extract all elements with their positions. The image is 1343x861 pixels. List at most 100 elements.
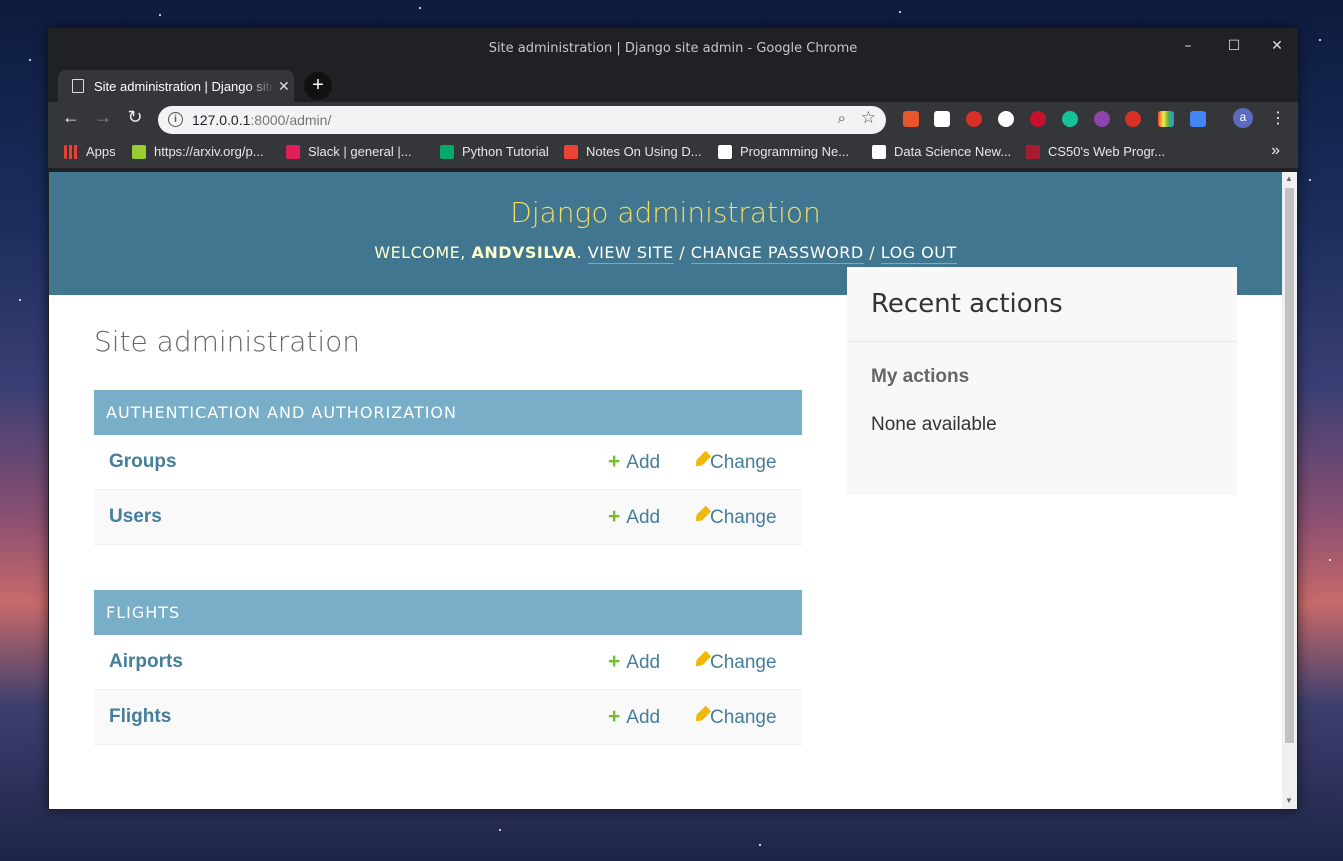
reload-icon[interactable]: ↻ xyxy=(124,107,146,128)
welcome-text: WELCOME, xyxy=(374,243,472,262)
model-link[interactable]: Users xyxy=(109,506,162,528)
plus-icon: + xyxy=(608,505,621,528)
change-password-link[interactable]: CHANGE PASSWORD xyxy=(690,243,864,264)
model-row-groups: Groups + Add Change xyxy=(94,435,802,490)
browser-window: Site administration | Django site admin … xyxy=(48,28,1298,810)
change-link[interactable]: Change xyxy=(695,450,777,474)
apps-grid-icon xyxy=(64,144,78,159)
page-scrollbar[interactable]: ▲ ▼ xyxy=(1282,172,1297,809)
add-link[interactable]: + Add xyxy=(608,705,660,729)
module-caption[interactable]: FLIGHTS xyxy=(94,590,802,635)
cs50-icon xyxy=(1026,144,1040,159)
add-link[interactable]: + Add xyxy=(608,650,660,674)
new-tab-button[interactable]: + xyxy=(304,72,332,100)
bookmark-notes[interactable]: Notes On Using D... xyxy=(564,144,702,159)
page-viewport: Django administration WELCOME, ANDVSILVA… xyxy=(49,172,1282,809)
ads-blocker-icon[interactable] xyxy=(1125,111,1141,127)
url-path: :8000/admin/ xyxy=(250,112,332,128)
plus-icon: + xyxy=(608,450,621,473)
change-label: Change xyxy=(710,507,777,528)
plus-icon: + xyxy=(608,650,621,673)
bookmark-label: Data Science New... xyxy=(894,144,1012,159)
scroll-up-arrow-icon[interactable]: ▲ xyxy=(1285,174,1293,183)
zoom-icon[interactable]: ⌕ xyxy=(838,110,846,127)
adblock-plus-icon[interactable] xyxy=(1030,111,1046,127)
scroll-down-arrow-icon[interactable]: ▼ xyxy=(1285,796,1293,805)
extension-colors-icon[interactable] xyxy=(1158,111,1174,127)
minimize-button[interactable]: – xyxy=(1178,38,1198,54)
extension-hand-icon[interactable] xyxy=(966,111,982,127)
site-branding[interactable]: Django administration xyxy=(49,172,1282,229)
view-site-link[interactable]: VIEW SITE xyxy=(587,243,674,264)
add-link[interactable]: + Add xyxy=(608,505,660,529)
close-tab-icon[interactable]: ✕ xyxy=(278,78,290,95)
close-window-button[interactable]: ✕ xyxy=(1267,38,1287,54)
model-link[interactable]: Groups xyxy=(109,451,177,473)
extension-icon-1[interactable] xyxy=(903,111,919,127)
menu-icon[interactable]: ⋮ xyxy=(1270,108,1286,128)
bookmark-arxiv[interactable]: https://arxiv.org/p... xyxy=(132,144,264,159)
bookmark-label: Slack | general |... xyxy=(308,144,412,159)
change-link[interactable]: Change xyxy=(695,650,777,674)
change-label: Change xyxy=(710,707,777,728)
recent-actions-panel: Recent actions My actions None available xyxy=(847,267,1237,495)
my-actions-heading: My actions xyxy=(871,366,970,387)
module-caption[interactable]: AUTHENTICATION AND AUTHORIZATION xyxy=(94,390,802,435)
more-bookmarks-icon[interactable]: » xyxy=(1271,142,1280,160)
bookmark-label: Programming Ne... xyxy=(740,144,850,159)
model-link[interactable]: Airports xyxy=(109,651,183,673)
pencil-icon xyxy=(689,650,712,674)
bookmarks-bar: Apps https://arxiv.org/p... Slack | gene… xyxy=(48,136,1298,169)
scrollbar-thumb[interactable] xyxy=(1285,188,1294,743)
extension-gnome-icon[interactable] xyxy=(998,111,1014,127)
add-label: Add xyxy=(626,452,661,473)
url-host: 127.0.0.1 xyxy=(192,112,251,128)
address-bar[interactable]: i 127.0.0.1:8000/admin/ ⌕ ☆ xyxy=(158,106,886,134)
browser-toolbar: ← → ↻ i 127.0.0.1:8000/admin/ ⌕ ☆ a ⋮ xyxy=(48,102,1298,136)
tab-site-administration[interactable]: Site administration | Django site admin … xyxy=(58,70,294,102)
forward-icon[interactable]: → xyxy=(92,107,114,128)
grammarly-icon[interactable] xyxy=(1062,111,1078,127)
w3schools-icon xyxy=(440,144,454,159)
user-tools: WELCOME, ANDVSILVA. VIEW SITE / CHANGE P… xyxy=(374,243,957,264)
change-label: Change xyxy=(710,652,777,673)
bookmark-label: CS50's Web Progr... xyxy=(1048,144,1166,159)
url-text: 127.0.0.1:8000/admin/ xyxy=(192,112,331,128)
add-link[interactable]: + Add xyxy=(608,450,660,474)
extension-w-icon[interactable] xyxy=(934,111,950,127)
bookmark-programming[interactable]: Programming Ne... xyxy=(718,144,849,159)
change-link[interactable]: Change xyxy=(695,505,777,529)
pencil-icon xyxy=(689,505,712,529)
bookmark-cs50[interactable]: CS50's Web Progr... xyxy=(1026,144,1165,159)
module-flights: FLIGHTS Airports + Add Change Flights + Ad… xyxy=(94,590,802,745)
change-label: Change xyxy=(710,452,777,473)
add-label: Add xyxy=(626,652,661,673)
bookmark-slack[interactable]: Slack | general |... xyxy=(286,144,412,159)
add-label: Add xyxy=(626,707,661,728)
maximize-button[interactable]: ☐ xyxy=(1224,38,1244,54)
arxiv-icon xyxy=(132,144,146,159)
pencil-icon xyxy=(689,450,712,474)
bookmark-star-icon[interactable]: ☆ xyxy=(861,108,876,128)
slack-icon xyxy=(286,144,300,159)
bookmark-apps[interactable]: Apps xyxy=(64,144,116,159)
pencil-icon xyxy=(689,705,712,729)
profile-avatar[interactable]: a xyxy=(1233,108,1253,128)
model-link[interactable]: Flights xyxy=(109,706,171,728)
notes-icon xyxy=(564,144,578,159)
medium-icon xyxy=(718,144,732,159)
window-title: Site administration | Django site admin … xyxy=(488,41,858,56)
document-icon xyxy=(72,79,84,93)
site-info-icon[interactable]: i xyxy=(168,112,183,127)
log-out-link[interactable]: LOG OUT xyxy=(880,243,957,264)
module-authentication: AUTHENTICATION AND AUTHORIZATION Groups … xyxy=(94,390,802,545)
extension-window-icon[interactable] xyxy=(1190,111,1206,127)
change-link[interactable]: Change xyxy=(695,705,777,729)
back-icon[interactable]: ← xyxy=(60,107,82,128)
bookmark-data-science[interactable]: Data Science New... xyxy=(872,144,1011,159)
model-row-airports: Airports + Add Change xyxy=(94,635,802,690)
none-available-text: None available xyxy=(871,414,997,435)
extension-badge-icon[interactable] xyxy=(1094,111,1110,127)
medium-icon xyxy=(872,144,886,159)
bookmark-python-tutorial[interactable]: Python Tutorial xyxy=(440,144,549,159)
